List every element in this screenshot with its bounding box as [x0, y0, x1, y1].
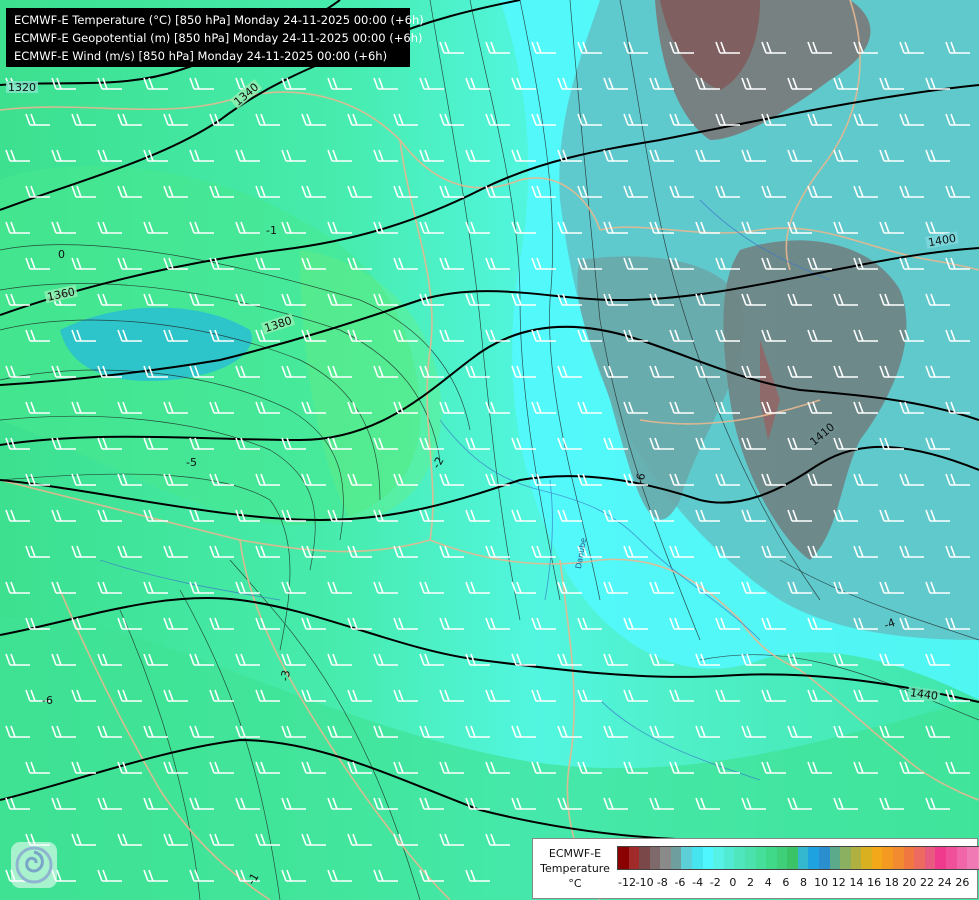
legend-tick: -12	[618, 876, 636, 889]
legend-swatch	[808, 847, 819, 869]
legend-swatch	[713, 847, 724, 869]
legend-swatch	[945, 847, 957, 869]
temp-label: -1	[266, 224, 277, 237]
legend-swatch	[787, 847, 798, 869]
legend-swatch	[967, 847, 978, 869]
legend-tick: 10	[814, 876, 829, 889]
legend-tick: -10	[635, 876, 654, 889]
legend-swatch	[628, 847, 640, 869]
legend-swatch	[956, 847, 968, 869]
legend-swatch	[692, 847, 703, 869]
legend-swatch	[924, 847, 936, 869]
legend-swatch	[935, 847, 946, 869]
legend-tick-labels: -12 -10 -8 -6 -4 -2 0 2 4 6 8 10 12 14 16 18 20 22 24 26	[617, 876, 973, 892]
legend-swatch	[681, 847, 693, 869]
legend-tick: -2	[709, 876, 721, 889]
temp-label: -5	[186, 456, 197, 469]
legend-swatch	[755, 847, 767, 869]
legend-tick: 16	[867, 876, 882, 889]
legend-swatch	[723, 847, 735, 869]
legend-tick: 12	[831, 876, 846, 889]
legend-variable: Temperature	[540, 862, 610, 875]
legend-swatch	[818, 847, 830, 869]
legend-tick: 6	[782, 876, 790, 889]
legend-swatch	[871, 847, 883, 869]
legend-swatch	[649, 847, 661, 869]
weather-map[interactable]: 1320 1340 1360 1380 1400 1410 1440 0 -1 …	[0, 0, 979, 900]
temp-label: 0	[58, 248, 65, 261]
map-stage: 1320 1340 1360 1380 1400 1410 1440 0 -1 …	[0, 0, 979, 900]
legend-tick: 20	[902, 876, 917, 889]
legend-tick: -4	[692, 876, 704, 889]
legend-swatch	[829, 847, 841, 869]
legend-tick: 4	[764, 876, 772, 889]
legend-swatch	[903, 847, 915, 869]
swirl-logo-icon	[15, 846, 53, 884]
legend-swatch	[744, 847, 756, 869]
temp-label: -3	[278, 669, 293, 682]
legend-tick: 22	[920, 876, 935, 889]
legend-swatch	[660, 847, 671, 869]
wind-layer-title: ECMWF-E Wind (m/s) [850 hPa] Monday 24-1…	[14, 49, 388, 63]
legend-swatch	[776, 847, 788, 869]
map-info-box: ECMWF-E Temperature (°C) [850 hPa] Monda…	[6, 8, 424, 67]
height-label-1320: 1320	[8, 81, 36, 94]
legend-swatch	[797, 847, 809, 869]
legend-swatch	[914, 847, 925, 869]
app-logo	[11, 842, 57, 888]
legend-tick: -8	[656, 876, 668, 889]
legend-swatch	[840, 847, 851, 869]
legend-title: ECMWF-E Temperature °C	[537, 846, 613, 891]
legend-tick: 26	[955, 876, 970, 889]
legend-tick: 8	[800, 876, 807, 889]
legend-model: ECMWF-E	[548, 847, 602, 860]
legend-swatch	[670, 847, 682, 869]
legend-tick: 18	[884, 876, 899, 889]
legend-tick: 14	[849, 876, 864, 889]
legend-swatch	[618, 847, 629, 869]
temperature-layer-title: ECMWF-E Temperature (°C) [850 hPa] Monda…	[14, 13, 424, 27]
legend-tick: 24	[937, 876, 952, 889]
legend-swatch	[893, 847, 904, 869]
legend-tick: -6	[674, 876, 686, 889]
temp-label: -6	[633, 472, 648, 485]
temperature-legend: ECMWF-E Temperature °C -12 -10 -8 -6 -4 -2 0 2 4…	[532, 838, 979, 899]
legend-swatch	[734, 847, 745, 869]
legend-swatch	[882, 847, 894, 869]
legend-swatch	[766, 847, 777, 869]
legend-swatch	[702, 847, 714, 869]
legend-tick: 2	[747, 876, 755, 889]
temp-label: -6	[42, 694, 53, 707]
legend-swatch	[639, 847, 650, 869]
legend-swatch	[861, 847, 872, 869]
geopotential-layer-title: ECMWF-E Geopotential (m) [850 hPa] Monda…	[14, 31, 423, 45]
legend-tick: 0	[729, 876, 737, 889]
legend-color-scale	[617, 846, 979, 870]
legend-swatch	[850, 847, 862, 869]
legend-unit: °C	[568, 877, 582, 890]
